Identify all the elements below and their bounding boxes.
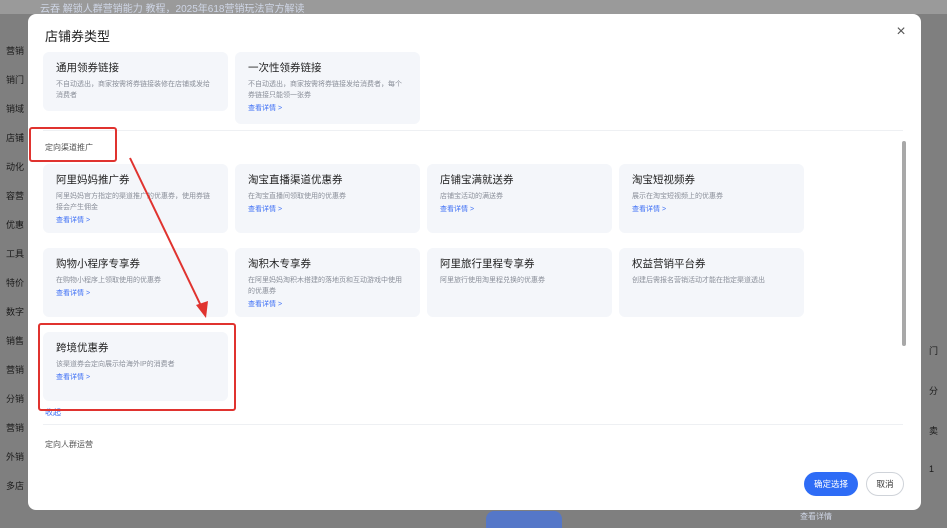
coupon-card-shop-gift[interactable]: 店铺宝满就送券 店铺宝活动的满送券 查看详情 > — [427, 164, 612, 233]
card-title: 购物小程序专享券 — [56, 258, 140, 270]
coupon-type-modal: 店铺券类型 × 通用领券链接 不自动透出，商家按需将券链接装修在店铺或发给消费者… — [28, 14, 921, 510]
card-detail-link[interactable]: 查看详情 > — [632, 204, 791, 214]
card-detail-link[interactable]: 查看详情 > — [56, 372, 215, 382]
card-title: 淘宝直播渠道优惠券 — [248, 174, 343, 186]
card-desc: 在购物小程序上领取使用的优惠券 — [56, 277, 161, 284]
card-title: 通用领券链接 — [56, 62, 119, 74]
section-divider — [43, 424, 903, 425]
modal-scrollbar[interactable] — [902, 141, 906, 346]
background-side-label: 1 — [929, 464, 935, 474]
card-desc: 阿里妈妈官方指定的渠道推广的优惠券，使用券链接会产生佣金 — [56, 193, 210, 211]
background-menu-label: 销售 — [6, 336, 25, 346]
background-topbar-text: 云吞 解锁人群营销能力 教程，2025年618营销玩法官方解读 — [40, 4, 305, 14]
card-detail-link[interactable]: 查看详情 > — [56, 288, 215, 298]
background-menu-label: 分销 — [6, 394, 25, 404]
coupon-card-one-time-link[interactable]: 一次性领券链接 不自动透出，商家按需将券链接发给消费者，每个券链接只能领一张券 … — [235, 52, 420, 124]
background-topbar: 云吞 解锁人群营销能力 教程，2025年618营销玩法官方解读 — [0, 0, 947, 14]
background-menu-label: 数字 — [6, 307, 25, 317]
background-menu-label: 动化 — [6, 162, 25, 172]
card-detail-link[interactable]: 查看详情 > — [56, 215, 215, 225]
coupon-card-mini-program[interactable]: 购物小程序专享券 在购物小程序上领取使用的优惠券 查看详情 > — [43, 248, 228, 317]
card-title: 阿里妈妈推广券 — [56, 174, 130, 186]
card-desc: 创建后需报名营销活动才能在指定渠道透出 — [632, 277, 765, 284]
card-desc: 在淘宝直播间领取使用的优惠券 — [248, 193, 346, 200]
card-desc: 在阿里妈妈淘积木搭建的落地页和互动游戏中使用的优惠券 — [248, 277, 402, 295]
background-menu-label: 营销 — [6, 365, 25, 375]
card-desc: 不自动透出，商家按需将券链接装修在店铺或发给消费者 — [56, 81, 210, 99]
coupon-card-taojimu[interactable]: 淘积木专享券 在阿里妈妈淘积木搭建的落地页和互动游戏中使用的优惠券 查看详情 > — [235, 248, 420, 317]
card-desc: 展示在淘宝短视频上的优惠券 — [632, 193, 723, 200]
card-desc: 店铺宝活动的满送券 — [440, 193, 503, 200]
card-desc: 阿里旅行使用淘里程兑换的优惠券 — [440, 277, 545, 284]
background-side-label: 分 — [929, 386, 939, 396]
card-detail-link[interactable]: 查看详情 > — [248, 299, 407, 309]
card-detail-link[interactable]: 查看详情 > — [440, 204, 599, 214]
card-title: 店铺宝满就送券 — [440, 174, 514, 186]
card-desc: 该渠道券会定向展示给海外IP的消费者 — [56, 361, 175, 368]
section-label-channel: 定向渠道推广 — [45, 143, 93, 152]
background-menu-label: 销门 — [6, 75, 25, 85]
section-divider — [43, 130, 903, 131]
card-title: 淘积木专享券 — [248, 258, 311, 270]
coupon-card-short-video[interactable]: 淘宝短视频券 展示在淘宝短视频上的优惠券 查看详情 > — [619, 164, 804, 233]
card-desc: 不自动透出，商家按需将券链接发给消费者，每个券链接只能领一张券 — [248, 81, 402, 99]
background-menu-label: 多店 — [6, 481, 25, 491]
background-menu-label: 店铺 — [6, 133, 25, 143]
card-detail-link[interactable]: 查看详情 > — [248, 103, 407, 113]
modal-title: 店铺券类型 — [45, 29, 111, 44]
card-title: 淘宝短视频券 — [632, 174, 695, 186]
background-bottom-button — [486, 511, 562, 528]
background-left-menu: 营销 销门 销域 店铺 动化 容营 优惠 工具 特价 数字 销售 营销 分销 营销 外销 多店 — [0, 14, 30, 528]
cancel-button[interactable]: 取消 — [866, 472, 904, 496]
background-menu-label: 工具 — [6, 249, 25, 259]
background-menu-label: 容营 — [6, 191, 25, 201]
coupon-card-ali-travel[interactable]: 阿里旅行里程专享券 阿里旅行使用淘里程兑换的优惠券 — [427, 248, 612, 317]
background-menu-label: 营销 — [6, 46, 25, 56]
card-detail-link[interactable]: 查看详情 > — [248, 204, 407, 214]
coupon-card-benefit-platform[interactable]: 权益营销平台券 创建后需报名营销活动才能在指定渠道透出 — [619, 248, 804, 317]
background-bottom-link: 查看详情 — [800, 512, 832, 521]
card-title: 权益营销平台券 — [632, 258, 706, 270]
coupon-card-alimama[interactable]: 阿里妈妈推广券 阿里妈妈官方指定的渠道推广的优惠券，使用券链接会产生佣金 查看详… — [43, 164, 228, 233]
card-title: 一次性领券链接 — [248, 62, 322, 74]
background-menu-label: 特价 — [6, 278, 25, 288]
coupon-card-cross-border[interactable]: 跨境优惠券 该渠道券会定向展示给海外IP的消费者 查看详情 > — [43, 332, 228, 401]
background-menu-label: 外销 — [6, 452, 25, 462]
collapse-toggle[interactable]: 收起 ⌃ — [45, 407, 70, 418]
section-label-audience: 定向人群运营 — [45, 440, 93, 449]
card-title: 跨境优惠券 — [56, 342, 109, 354]
coupon-card-taobao-live[interactable]: 淘宝直播渠道优惠券 在淘宝直播间领取使用的优惠券 查看详情 > — [235, 164, 420, 233]
background-side-label: 门 — [929, 346, 939, 356]
background-right-panel: 门分卖 1 — [927, 14, 947, 528]
coupon-card-general-link[interactable]: 通用领券链接 不自动透出，商家按需将券链接装修在店铺或发给消费者 — [43, 52, 228, 111]
background-menu-label: 营销 — [6, 423, 25, 433]
background-side-label: 卖 — [929, 426, 939, 436]
background-menu-label: 优惠 — [6, 220, 25, 230]
background-menu-label: 销域 — [6, 104, 25, 114]
card-title: 阿里旅行里程专享券 — [440, 258, 535, 270]
close-icon[interactable]: × — [893, 24, 909, 40]
confirm-button[interactable]: 确定选择 — [804, 472, 858, 496]
